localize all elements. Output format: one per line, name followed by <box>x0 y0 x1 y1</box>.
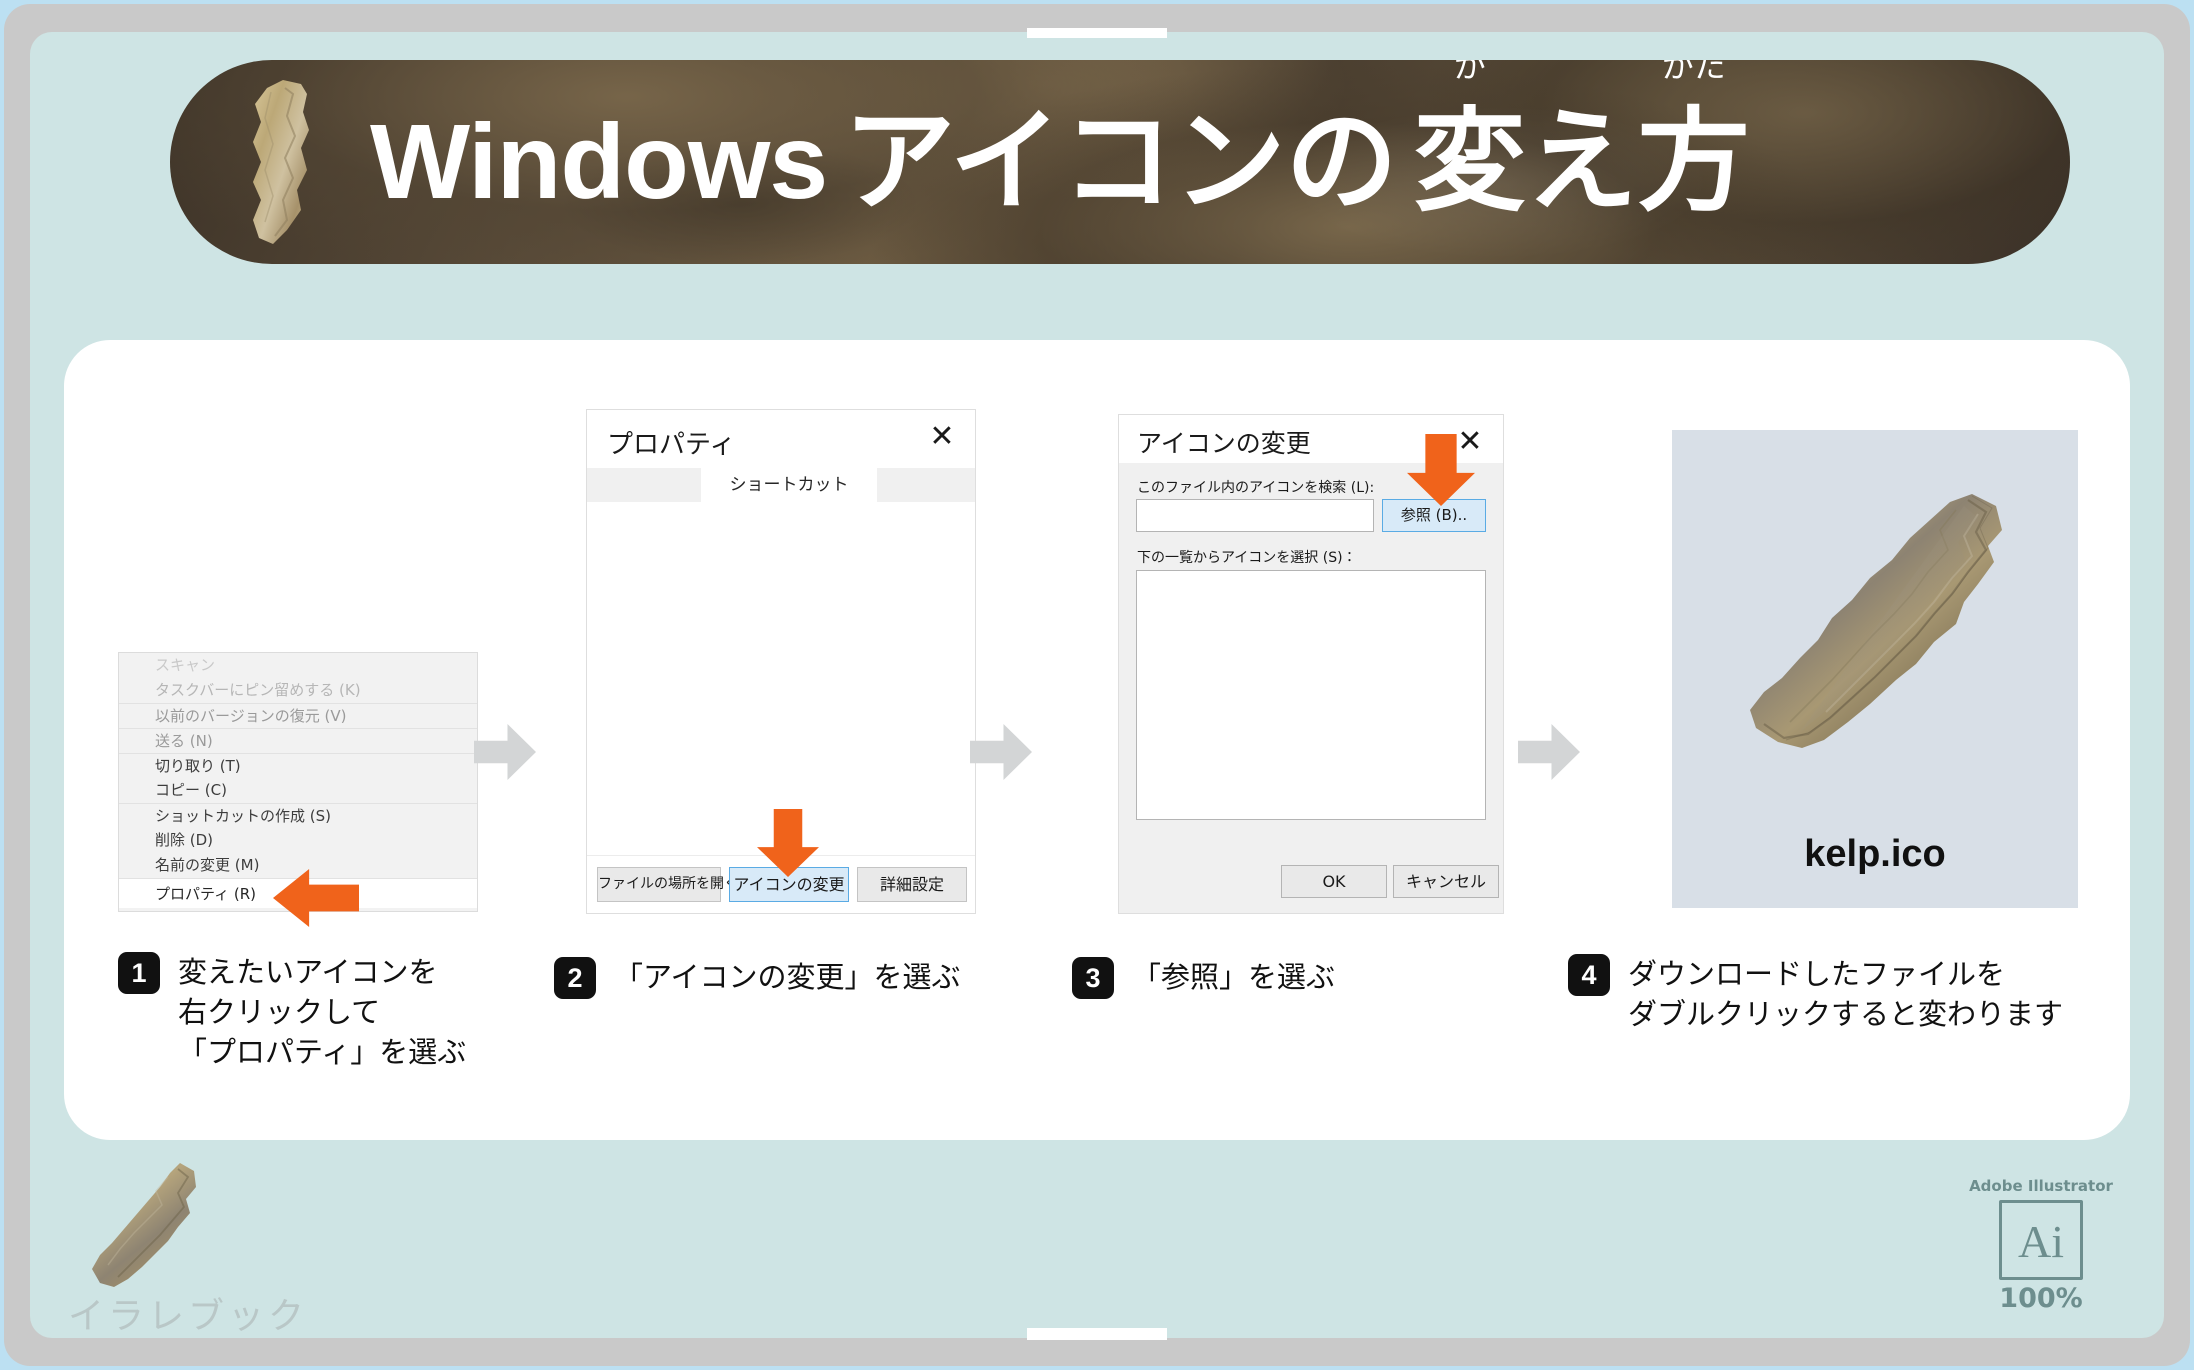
properties-dialog-titlebar: プロパティ ✕ <box>587 410 975 468</box>
step-caption-text-4: ダウンロードしたファイルを ダブルクリックすると変わります <box>1628 957 2064 1032</box>
browse-button[interactable]: 参照 (B).. <box>1382 499 1486 532</box>
step-caption-2: 2 「アイコンの変更」を選ぶ <box>554 957 961 999</box>
title-windows: Windows <box>370 103 828 221</box>
step-caption-text-2: 「アイコンの変更」を選ぶ <box>614 960 961 994</box>
title-kae: 変 <box>1413 97 1526 227</box>
ok-button[interactable]: OK <box>1281 865 1387 898</box>
result-preview-panel: kelp.ico <box>1672 430 2078 908</box>
properties-dialog-body <box>587 502 975 855</box>
step-number-badge-4: 4 <box>1568 954 1610 996</box>
menu-item-send-to[interactable]: 送る (N) <box>119 728 477 753</box>
ruby-kata: かた <box>1661 60 1726 85</box>
poster-canvas: Windows アイコンの か 変 え かた 方 スキャン タスクバーにピン留め… <box>30 32 2164 1338</box>
search-input[interactable] <box>1136 499 1374 532</box>
change-icon-dialog-footer: OK キャンセル <box>1119 855 1503 913</box>
kelp-ico-preview-icon <box>1750 494 2002 748</box>
kelp-logo-icon <box>253 80 309 244</box>
advanced-settings-button[interactable]: 詳細設定 <box>857 867 967 902</box>
title-banner: Windows アイコンの か 変 え かた 方 <box>170 60 2070 264</box>
step-caption-4: 4 ダウンロードしたファイルを ダブルクリックすると変わります <box>1568 954 2063 1034</box>
tab-shortcut[interactable]: ショートカット <box>701 468 877 502</box>
adobe-illustrator-badge: Adobe Illustrator Ai 100% <box>1966 1177 2116 1314</box>
laptop-screen-frame: Windows アイコンの か 変 え かた 方 スキャン タスクバーにピン留め… <box>0 0 2194 1370</box>
open-file-location-button[interactable]: ファイルの場所を開く <box>597 867 738 902</box>
step-caption-3: 3 「参照」を選ぶ <box>1072 957 1335 999</box>
title-kata-group: かた 方 <box>1638 60 1750 218</box>
menu-item-scan[interactable]: スキャン <box>119 653 477 678</box>
step-caption-text-1: 変えたいアイコンを 右クリックして 「プロパティ」を選ぶ <box>178 955 467 1070</box>
menu-item-cut[interactable]: 切り取り (T) <box>119 753 477 778</box>
menu-item-create-shortcut[interactable]: ショットカットの作成 (S) <box>119 803 477 828</box>
cancel-button[interactable]: キャンセル <box>1393 865 1499 898</box>
ai-logo-icon: Ai <box>1999 1200 2083 1280</box>
adobe-illustrator-label: Adobe Illustrator <box>1969 1177 2113 1195</box>
change-icon-dialog-title: アイコンの変更 <box>1137 429 1311 458</box>
step-number-badge-3: 3 <box>1072 957 1114 999</box>
close-icon[interactable]: ✕ <box>925 420 959 454</box>
menu-item-restore-previous-versions[interactable]: 以前のバージョンの復元 (V) <box>119 703 477 728</box>
title-kae-group: か 変 <box>1414 60 1526 218</box>
title-text-group: Windows アイコンの か 変 え かた 方 <box>370 60 1750 264</box>
menu-item-rename[interactable]: 名前の変更 (M) <box>119 853 477 878</box>
screen-notch-top <box>1027 28 1167 38</box>
menu-item-pin-taskbar[interactable]: タスクバーにピン留めする (K) <box>119 678 477 703</box>
properties-dialog-title: プロパティ <box>607 430 736 460</box>
zoom-percent-label: 100% <box>1999 1283 2083 1314</box>
title-japanese-prefix: アイコンの <box>843 97 1398 227</box>
close-icon[interactable]: ✕ <box>1453 425 1487 459</box>
step-caption-text-3: 「参照」を選ぶ <box>1132 960 1336 994</box>
brand-watermark: イラレブック <box>68 1296 309 1337</box>
step-caption-1: 1 変えたいアイコンを 右クリックして 「プロパティ」を選ぶ <box>118 952 466 1072</box>
properties-tab-strip: ショートカット <box>587 468 975 502</box>
search-icons-label: このファイル内のアイコンを検索 (L): <box>1137 480 1375 496</box>
menu-item-copy[interactable]: コピー (C) <box>119 778 477 803</box>
title-kata: 方 <box>1637 97 1750 227</box>
footer-kelp-icon <box>92 1163 196 1287</box>
screen-notch-bottom <box>1027 1328 1167 1340</box>
context-menu[interactable]: スキャン タスクバーにピン留めする (K) 以前のバージョンの復元 (V) 送る… <box>118 652 478 912</box>
ai-glyph: Ai <box>2018 1216 2064 1267</box>
icon-list-box[interactable] <box>1136 570 1486 820</box>
title-e: え <box>1525 97 1638 227</box>
result-filename-label: kelp.ico <box>1804 833 1946 875</box>
ruby-ka: か <box>1453 60 1486 85</box>
step-number-badge-2: 2 <box>554 957 596 999</box>
step-number-badge-1: 1 <box>118 952 160 994</box>
menu-item-delete[interactable]: 削除 (D) <box>119 828 477 853</box>
select-icon-label: 下の一覧からアイコンを選択 (S)： <box>1137 550 1357 566</box>
